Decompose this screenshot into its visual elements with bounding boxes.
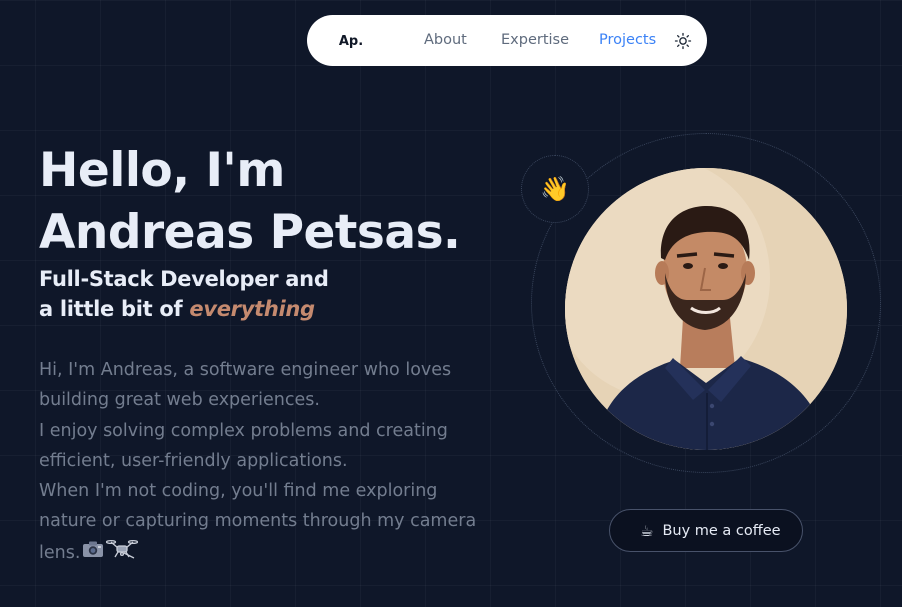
subtitle-accent: everything: [189, 297, 315, 321]
hero-title: Hello, I'm Andreas Petsas.: [39, 140, 519, 264]
bio-line: I enjoy solving complex problems and cre…: [39, 420, 448, 441]
nav-link-about[interactable]: About: [424, 32, 467, 48]
logo-link[interactable]: Ap.: [337, 28, 365, 54]
bio-line: lens.: [39, 542, 81, 563]
wave-emoji-bubble: 👋: [521, 155, 589, 223]
drone-icon: [106, 537, 139, 569]
subtitle-line2-prefix: a little bit of: [39, 297, 190, 321]
bio-line: nature or capturing moments through my c…: [39, 511, 477, 532]
bio-line: efficient, user-friendly applications.: [39, 450, 348, 471]
bio-line-last: lens.: [39, 537, 489, 569]
coffee-button-label: Buy me a coffee: [662, 522, 781, 539]
camera-icon: [82, 538, 104, 568]
bio-line: Hi, I'm Andreas, a software engineer who…: [39, 360, 452, 380]
sun-icon: [674, 32, 692, 50]
hero-title-line1: Hello, I'm: [39, 143, 285, 198]
bio-line: building great web experiences.: [39, 390, 320, 411]
bio-paragraph: Hi, I'm Andreas, a software engineer who…: [39, 355, 489, 569]
top-navbar: Ap. About Expertise Projects: [307, 15, 707, 66]
hero-title-line2: Andreas Petsas.: [39, 205, 461, 260]
buy-me-a-coffee-button[interactable]: ☕ Buy me a coffee: [609, 509, 803, 552]
theme-toggle-button[interactable]: [672, 30, 694, 52]
nav-link-projects[interactable]: Projects: [599, 32, 656, 48]
nav-link-expertise[interactable]: Expertise: [501, 32, 569, 48]
bio-line: When I'm not coding, you'll find me expl…: [39, 481, 438, 502]
coffee-cup-icon: ☕: [640, 522, 654, 540]
subtitle-line1: Full-Stack Developer and: [39, 267, 329, 291]
waving-hand-icon: 👋: [540, 175, 570, 203]
hero-subtitle: Full-Stack Developer and a little bit of…: [39, 264, 459, 324]
profile-photo: [565, 168, 847, 450]
